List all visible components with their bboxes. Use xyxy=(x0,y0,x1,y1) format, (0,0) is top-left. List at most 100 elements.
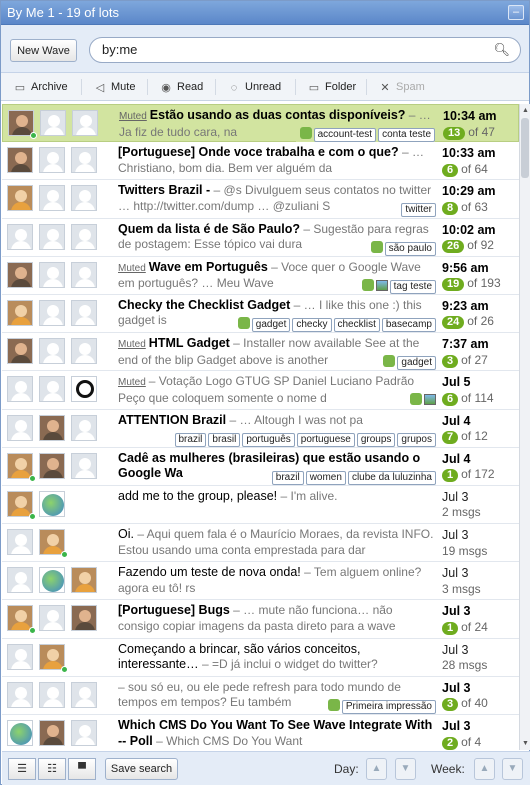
avatar[interactable] xyxy=(72,110,98,136)
wave-row[interactable]: ATTENTION Brazil – … Altough I was not p… xyxy=(2,409,519,448)
wave-digest[interactable]: Which CMS Do You Want To See Wave Integr… xyxy=(118,718,436,750)
avatar[interactable] xyxy=(39,720,65,746)
mute-button[interactable]: ◁ Mute xyxy=(93,80,136,94)
wave-digest[interactable]: Twitters Brazil - – @s Divulguem seus co… xyxy=(118,183,436,217)
avatar[interactable] xyxy=(7,185,33,212)
read-button[interactable]: ◉ Read xyxy=(159,80,203,94)
avatar[interactable] xyxy=(39,452,65,479)
avatar[interactable] xyxy=(7,147,33,174)
avatar[interactable] xyxy=(39,223,65,250)
new-wave-button[interactable]: New Wave xyxy=(10,39,77,62)
avatar[interactable] xyxy=(7,567,33,594)
wave-row[interactable]: Twitters Brazil - – @s Divulguem seus co… xyxy=(2,180,519,219)
wave-digest[interactable]: Muted – Votação Logo GTUG SP Daniel Lucia… xyxy=(118,374,436,408)
avatar[interactable] xyxy=(39,643,65,670)
wave-row[interactable]: Oi. – Aqui quem fala é o Maurício Moraes… xyxy=(2,524,519,563)
wave-row[interactable]: Muted – Votação Logo GTUG SP Daniel Lucia… xyxy=(2,371,519,410)
tag[interactable]: account-test xyxy=(313,128,377,142)
wave-digest[interactable]: Fazendo um teste de nova onda! – Tem alg… xyxy=(118,565,436,599)
minimize-icon[interactable]: – xyxy=(508,5,524,20)
wave-row[interactable]: [Portuguese] Onde voce trabalha e com o … xyxy=(2,142,519,181)
detail-view-icon[interactable]: ☷ xyxy=(38,758,66,780)
avatar[interactable] xyxy=(39,681,65,708)
avatar[interactable] xyxy=(40,110,66,136)
avatar[interactable] xyxy=(39,490,65,517)
tag[interactable]: português xyxy=(242,432,295,447)
list-view-icon[interactable]: ☰ xyxy=(8,758,36,780)
avatar[interactable] xyxy=(71,452,97,479)
tag[interactable]: women xyxy=(305,470,346,485)
avatar[interactable] xyxy=(39,261,65,288)
wave-row[interactable]: Checky the Checklist Gadget – … I like t… xyxy=(2,294,519,334)
avatar[interactable] xyxy=(7,681,33,708)
avatar[interactable] xyxy=(39,338,65,365)
week-down-icon[interactable]: ▼ xyxy=(502,758,523,780)
avatar[interactable] xyxy=(71,681,97,708)
tag[interactable]: são paulo xyxy=(384,241,436,256)
tag[interactable]: groups xyxy=(356,432,396,447)
wave-row[interactable]: Which CMS Do You Want To See Wave Integr… xyxy=(2,715,519,750)
avatar[interactable] xyxy=(7,529,33,556)
tag[interactable]: gadget xyxy=(397,356,436,371)
wave-digest[interactable]: [Portuguese] Bugs – … mute não funciona…… xyxy=(118,603,436,637)
avatar[interactable] xyxy=(7,338,33,365)
avatar[interactable] xyxy=(39,185,65,212)
avatar[interactable] xyxy=(39,376,65,403)
day-up-icon[interactable]: ▲ xyxy=(366,758,387,780)
tag[interactable]: checky xyxy=(292,317,332,332)
avatar[interactable] xyxy=(39,147,65,174)
avatar[interactable] xyxy=(71,567,97,594)
avatar[interactable] xyxy=(71,299,97,326)
avatar[interactable] xyxy=(7,223,33,250)
avatar[interactable] xyxy=(71,147,97,174)
tag[interactable]: Primeira impressão xyxy=(341,699,436,714)
avatar[interactable] xyxy=(39,605,65,632)
wave-row[interactable]: Muted Estão usando as duas contas disponí… xyxy=(2,104,519,143)
tag[interactable]: portuguese xyxy=(296,432,355,447)
avatar[interactable] xyxy=(39,567,65,594)
avatar[interactable] xyxy=(71,605,97,632)
wave-row[interactable]: Cadê as mulheres (brasileiras) que estão… xyxy=(2,447,519,486)
scroll-down-icon[interactable]: ▼ xyxy=(521,739,530,748)
wave-row[interactable]: add me to the group, please! – I'm alive… xyxy=(2,485,519,525)
compact-view-icon[interactable]: ▀ xyxy=(68,758,96,780)
day-down-icon[interactable]: ▼ xyxy=(395,758,416,780)
avatar[interactable] xyxy=(7,414,33,441)
avatar[interactable] xyxy=(71,185,97,212)
search-icon[interactable]: 🔍︎ xyxy=(493,42,510,58)
wave-row[interactable]: Quem da lista é de São Paulo? – Sugestão… xyxy=(2,218,519,257)
wave-digest[interactable]: [Portuguese] Onde voce trabalha e com o … xyxy=(118,145,436,179)
search-input[interactable]: by:me 🔍︎ xyxy=(89,37,521,63)
avatar[interactable] xyxy=(71,414,97,441)
avatar[interactable] xyxy=(7,261,33,288)
avatar[interactable] xyxy=(7,376,33,403)
tag[interactable]: brazil xyxy=(271,470,304,485)
avatar[interactable] xyxy=(71,223,97,250)
tag[interactable]: brazil xyxy=(174,432,207,447)
week-up-icon[interactable]: ▲ xyxy=(474,758,495,780)
tag[interactable]: brasil xyxy=(208,432,241,447)
wave-digest[interactable]: add me to the group, please! – I'm alive… xyxy=(118,489,436,523)
avatar[interactable] xyxy=(71,261,97,288)
unread-button[interactable]: ◌ Unread xyxy=(227,80,281,94)
wave-row[interactable]: [Portuguese] Bugs – … mute não funciona…… xyxy=(2,600,519,639)
wave-row[interactable]: Começando a brincar, são vários conceito… xyxy=(2,638,519,677)
avatar[interactable] xyxy=(39,414,65,441)
wave-row[interactable]: Muted HTML Gadget – Installer now availab… xyxy=(2,333,519,372)
wave-row[interactable]: Fazendo um teste de nova onda! – Tem alg… xyxy=(2,562,519,601)
scrollbar-thumb[interactable] xyxy=(521,118,529,178)
scrollbar[interactable]: ▲ ▼ xyxy=(519,104,530,750)
tag[interactable]: conta teste xyxy=(378,128,435,142)
archive-button[interactable]: ▭ Archive xyxy=(13,80,68,94)
spam-button[interactable]: ✕ Spam xyxy=(378,80,424,94)
avatar[interactable] xyxy=(7,299,33,326)
tag[interactable]: checklist xyxy=(333,317,380,332)
scroll-up-icon[interactable]: ▲ xyxy=(521,106,530,115)
tag[interactable]: basecamp xyxy=(381,317,436,332)
avatar[interactable] xyxy=(7,720,33,746)
tag[interactable]: clube da luluzinha xyxy=(347,470,436,485)
tag[interactable]: twitter xyxy=(401,203,436,218)
save-search-button[interactable]: Save search xyxy=(105,758,178,780)
tag[interactable]: tag teste xyxy=(389,279,436,294)
avatar[interactable] xyxy=(71,376,97,403)
